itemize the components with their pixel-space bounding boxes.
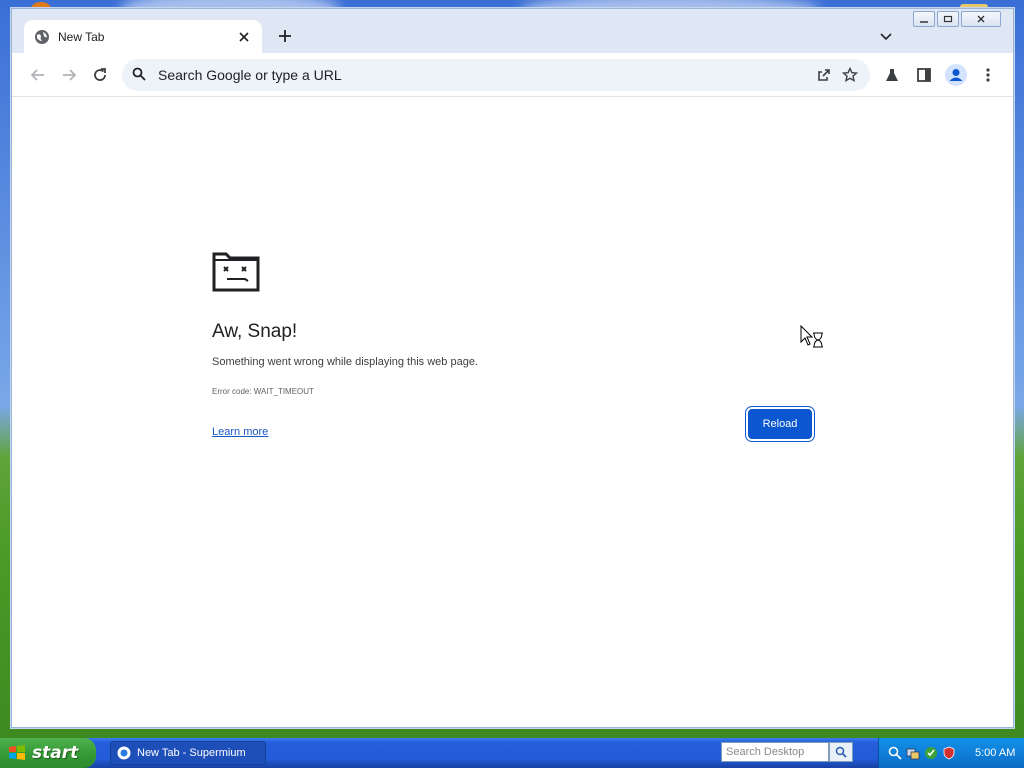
tab-strip: New Tab bbox=[12, 9, 1013, 53]
window-controls bbox=[913, 11, 1001, 27]
profile-avatar-icon[interactable] bbox=[944, 63, 968, 87]
menu-kebab-icon[interactable] bbox=[976, 63, 1000, 87]
search-tray-icon[interactable] bbox=[887, 745, 903, 761]
globe-icon bbox=[34, 29, 50, 45]
taskbar: start New Tab - Supermium 5:00 AM bbox=[0, 738, 1024, 768]
error-code: Error code: WAIT_TIMEOUT bbox=[212, 387, 314, 396]
network-tray-icon[interactable] bbox=[905, 745, 921, 761]
back-button[interactable] bbox=[26, 63, 50, 87]
reload-button[interactable]: Reload bbox=[748, 409, 812, 439]
sad-tab-icon bbox=[212, 250, 260, 296]
start-button[interactable]: start bbox=[0, 738, 96, 768]
supermium-icon bbox=[117, 746, 131, 760]
system-tray: 5:00 AM bbox=[878, 738, 1024, 768]
browser-toolbar bbox=[12, 53, 1013, 97]
taskbar-item-label: New Tab - Supermium bbox=[137, 747, 246, 759]
security-shield-icon[interactable] bbox=[941, 745, 957, 761]
taskbar-item-browser[interactable]: New Tab - Supermium bbox=[110, 741, 266, 765]
desktop-search-input[interactable] bbox=[721, 742, 829, 762]
tab-new-tab[interactable]: New Tab bbox=[24, 20, 262, 53]
windows-logo-icon bbox=[9, 745, 25, 760]
labs-flask-icon[interactable] bbox=[880, 63, 904, 87]
share-icon[interactable] bbox=[814, 65, 834, 85]
browser-window: New Tab Search Google or type a URL Aw, … bbox=[11, 8, 1014, 728]
error-message: Something went wrong while displaying th… bbox=[212, 356, 478, 368]
tab-search-chevron-icon[interactable] bbox=[876, 27, 896, 47]
close-tab-icon[interactable] bbox=[236, 29, 252, 45]
update-tray-icon[interactable] bbox=[923, 745, 939, 761]
desktop-search bbox=[721, 741, 855, 763]
reload-icon[interactable] bbox=[88, 63, 112, 87]
hourglass-cursor-icon bbox=[800, 324, 824, 353]
error-title: Aw, Snap! bbox=[212, 321, 298, 342]
forward-button[interactable] bbox=[57, 63, 81, 87]
learn-more-link[interactable]: Learn more bbox=[212, 426, 268, 438]
bookmark-star-icon[interactable] bbox=[840, 65, 860, 85]
tab-title: New Tab bbox=[58, 29, 105, 44]
start-label: start bbox=[32, 743, 79, 763]
minimize-button[interactable] bbox=[913, 11, 935, 27]
new-tab-button[interactable] bbox=[274, 25, 296, 47]
address-input[interactable] bbox=[158, 67, 808, 83]
clock: 5:00 AM bbox=[975, 747, 1016, 759]
side-panel-icon[interactable] bbox=[912, 63, 936, 87]
page-content: Aw, Snap! Something went wrong while dis… bbox=[12, 97, 1013, 727]
address-bar[interactable] bbox=[122, 59, 870, 91]
close-window-button[interactable] bbox=[961, 11, 1001, 27]
desktop-search-go-icon[interactable] bbox=[829, 742, 853, 762]
restore-button[interactable] bbox=[937, 11, 959, 27]
search-icon bbox=[132, 67, 148, 83]
